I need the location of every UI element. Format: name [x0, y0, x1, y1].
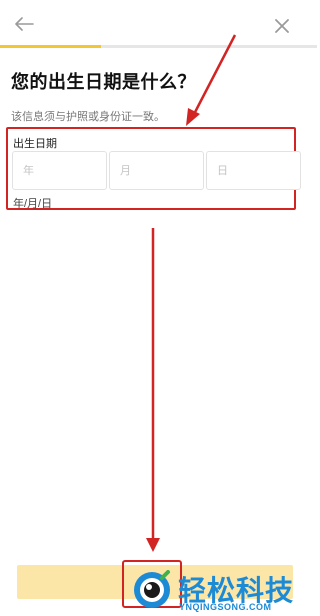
page-title: 您的出生日期是什么？ [11, 72, 196, 92]
day-field[interactable] [206, 151, 301, 190]
arrow-left-icon[interactable] [14, 17, 34, 31]
page-subtitle: 该信息须与护照或身份证一致。 [11, 111, 165, 123]
watermark-domain: YNQINGSONG.COM [179, 602, 272, 612]
top-bar [0, 0, 317, 46]
date-of-birth-section: 出生日期 年/月/日 [6, 127, 301, 210]
progress-fill [0, 45, 102, 48]
year-input[interactable] [13, 152, 106, 189]
date-format-hint: 年/月/日 [13, 198, 53, 210]
year-field[interactable] [12, 151, 107, 190]
progress-bar [0, 45, 317, 48]
month-field[interactable] [109, 151, 204, 190]
month-input[interactable] [110, 152, 203, 189]
close-icon[interactable] [275, 19, 289, 33]
watermark-logo-icon [134, 570, 170, 608]
watermark: 轻松科技 YNQINGSONG.COM [130, 566, 317, 616]
day-input[interactable] [207, 152, 300, 189]
annotation-arrow-to-button [146, 228, 160, 552]
date-of-birth-label: 出生日期 [13, 138, 57, 150]
